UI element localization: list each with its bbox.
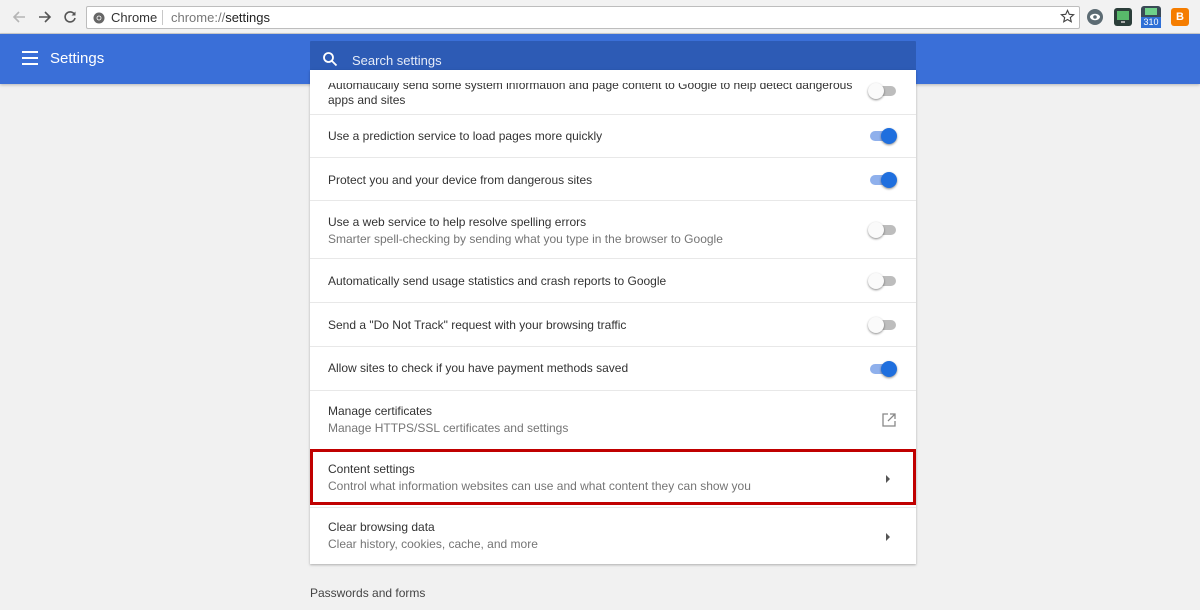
setting-row-payment-methods[interactable]: Allow sites to check if you have payment…	[310, 346, 916, 390]
site-chip[interactable]: Chrome	[93, 10, 157, 25]
extension-monitor-button[interactable]	[1114, 8, 1132, 26]
url-path: settings	[225, 10, 270, 25]
url-text[interactable]: chrome://settings	[171, 10, 270, 25]
safe-browsing-toggle[interactable]	[868, 170, 897, 190]
setting-row-spelling[interactable]: Use a web service to help resolve spelli…	[310, 200, 916, 258]
star-icon	[1060, 9, 1075, 23]
do-not-track-toggle[interactable]	[868, 315, 896, 335]
setting-label: Automatically send usage statistics and …	[328, 274, 667, 288]
setting-label: Content settings	[328, 462, 415, 476]
menu-hamburger-icon[interactable]	[22, 51, 38, 65]
spelling-toggle[interactable]	[868, 220, 896, 240]
back-button[interactable]	[10, 8, 28, 26]
setting-row-clear-browsing-data[interactable]: Clear browsing data Clear history, cooki…	[310, 507, 916, 564]
setting-row-do-not-track[interactable]: Send a "Do Not Track" request with your …	[310, 302, 916, 346]
monitor-icon	[1117, 11, 1129, 23]
setting-label: Manage certificates	[328, 404, 433, 418]
setting-row-system-info[interactable]: Automatically send some system informati…	[310, 70, 916, 114]
back-arrow-icon	[12, 11, 25, 23]
setting-sublabel: Manage HTTPS/SSL certificates and settin…	[328, 421, 569, 435]
page-title: Settings	[50, 50, 105, 67]
setting-sublabel: Clear history, cookies, cache, and more	[328, 537, 538, 551]
setting-row-safe-browsing[interactable]: Protect you and your device from dangero…	[310, 157, 916, 200]
arrow-right-icon	[886, 533, 890, 541]
bookmark-star-button[interactable]	[1060, 9, 1075, 29]
extension-blogger-button[interactable]: B	[1171, 8, 1189, 26]
reload-button[interactable]	[61, 8, 79, 26]
setting-label: Use a web service to help resolve spelli…	[328, 215, 587, 229]
chrome-logo-icon	[93, 12, 105, 23]
forward-arrow-icon	[39, 11, 52, 23]
prediction-toggle[interactable]	[868, 126, 897, 146]
setting-label: Allow sites to check if you have payment…	[328, 361, 629, 375]
section-title-passwords-and-forms: Passwords and forms	[310, 586, 426, 600]
search-icon	[323, 52, 338, 67]
system-info-toggle[interactable]	[868, 81, 896, 101]
setting-row-content-settings[interactable]: Content settings Control what informatio…	[310, 449, 916, 507]
counter-icon	[1145, 8, 1157, 15]
setting-row-prediction[interactable]: Use a prediction service to load pages m…	[310, 114, 916, 157]
omnibox-divider	[162, 10, 163, 25]
setting-label: Clear browsing data	[328, 520, 435, 534]
url-scheme: chrome://	[171, 10, 226, 25]
usage-stats-toggle[interactable]	[868, 271, 896, 291]
forward-button[interactable]	[36, 8, 54, 26]
address-bar[interactable]: Chrome chrome://settings	[86, 6, 1080, 29]
extension-counter-button[interactable]: 310	[1141, 6, 1161, 28]
setting-label: Use a prediction service to load pages m…	[328, 129, 603, 143]
setting-label-continued: apps and sites	[328, 93, 406, 107]
site-chip-label: Chrome	[111, 10, 158, 25]
setting-row-manage-certificates[interactable]: Manage certificates Manage HTTPS/SSL cer…	[310, 390, 916, 449]
setting-row-usage-stats[interactable]: Automatically send usage statistics and …	[310, 258, 916, 302]
extension-badge: 310	[1141, 17, 1161, 28]
setting-sublabel: Smarter spell-checking by sending what y…	[328, 232, 723, 246]
eye-icon	[1087, 9, 1103, 25]
payment-methods-toggle[interactable]	[868, 359, 897, 379]
search-input[interactable]	[350, 49, 894, 71]
setting-label: Protect you and your device from dangero…	[328, 173, 593, 187]
blogger-icon: B	[1176, 11, 1184, 23]
extension-eye-button[interactable]	[1086, 8, 1104, 26]
setting-label: Send a "Do Not Track" request with your …	[328, 318, 627, 332]
browser-toolbar: Chrome chrome://settings 310 B	[0, 0, 1200, 34]
privacy-settings-card: Automatically send some system informati…	[310, 70, 916, 564]
arrow-right-icon	[886, 475, 890, 483]
setting-label: Automatically send some system informati…	[328, 78, 853, 92]
setting-sublabel: Control what information websites can us…	[328, 479, 751, 493]
external-link-icon[interactable]	[882, 413, 896, 427]
reload-icon	[64, 11, 76, 23]
